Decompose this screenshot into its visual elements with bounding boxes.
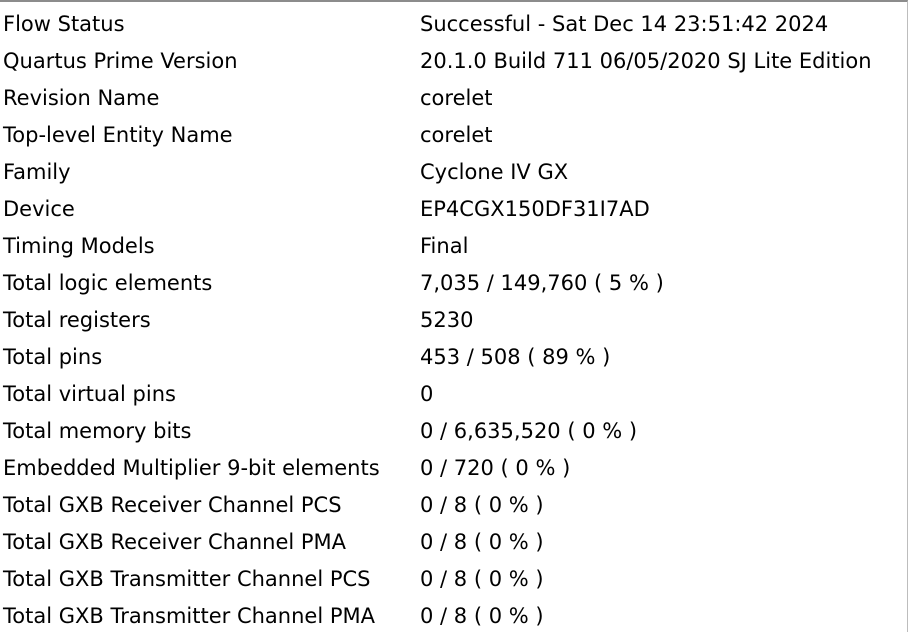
row-value: 453 / 508 ( 89 % ) bbox=[420, 345, 611, 369]
flow-summary-table: Flow Status Successful - Sat Dec 14 23:5… bbox=[0, 6, 908, 635]
row-value: 7,035 / 149,760 ( 5 % ) bbox=[420, 271, 664, 295]
table-row[interactable]: Family Cyclone IV GX bbox=[0, 154, 908, 191]
table-row[interactable]: Total GXB Transmitter Channel PCS 0 / 8 … bbox=[0, 561, 908, 598]
table-row[interactable]: Top-level Entity Name corelet bbox=[0, 117, 908, 154]
table-row[interactable]: Total virtual pins 0 bbox=[0, 376, 908, 413]
row-name: Top-level Entity Name bbox=[3, 123, 233, 147]
row-name: Embedded Multiplier 9-bit elements bbox=[3, 456, 380, 480]
row-value: corelet bbox=[420, 123, 493, 147]
row-name: Total virtual pins bbox=[3, 382, 176, 406]
row-name: Total GXB Receiver Channel PMA bbox=[3, 530, 347, 554]
row-name: Total GXB Transmitter Channel PCS bbox=[3, 567, 371, 591]
row-name: Total GXB Receiver Channel PCS bbox=[3, 493, 342, 517]
flow-summary-panel: Flow Status Successful - Sat Dec 14 23:5… bbox=[0, 0, 908, 632]
table-row[interactable]: Device EP4CGX150DF31I7AD bbox=[0, 191, 908, 228]
row-name: Quartus Prime Version bbox=[3, 49, 238, 73]
table-row[interactable]: Total GXB Receiver Channel PMA 0 / 8 ( 0… bbox=[0, 524, 908, 561]
row-value: Successful - Sat Dec 14 23:51:42 2024 bbox=[420, 12, 829, 36]
row-name: Total memory bits bbox=[3, 419, 192, 443]
row-value: 0 / 8 ( 0 % ) bbox=[420, 604, 544, 628]
flow-summary-table-body: Flow Status Successful - Sat Dec 14 23:5… bbox=[0, 6, 908, 635]
row-name: Family bbox=[3, 160, 71, 184]
table-row[interactable]: Total GXB Receiver Channel PCS 0 / 8 ( 0… bbox=[0, 487, 908, 524]
row-value: 0 bbox=[420, 382, 434, 406]
row-value: 0 / 6,635,520 ( 0 % ) bbox=[420, 419, 638, 443]
row-value: 0 / 720 ( 0 % ) bbox=[420, 456, 571, 480]
table-row[interactable]: Quartus Prime Version 20.1.0 Build 711 0… bbox=[0, 43, 908, 80]
row-value: 20.1.0 Build 711 06/05/2020 SJ Lite Edit… bbox=[420, 49, 872, 73]
table-row[interactable]: Total registers 5230 bbox=[0, 302, 908, 339]
table-row[interactable]: Timing Models Final bbox=[0, 228, 908, 265]
row-name: Flow Status bbox=[3, 12, 125, 36]
table-row[interactable]: Total memory bits 0 / 6,635,520 ( 0 % ) bbox=[0, 413, 908, 450]
row-name: Timing Models bbox=[3, 234, 155, 258]
row-value: 0 / 8 ( 0 % ) bbox=[420, 493, 544, 517]
row-value: Cyclone IV GX bbox=[420, 160, 569, 184]
row-value: EP4CGX150DF31I7AD bbox=[420, 197, 650, 221]
row-name: Total pins bbox=[3, 345, 103, 369]
row-name: Revision Name bbox=[3, 86, 160, 110]
row-name: Device bbox=[3, 197, 75, 221]
table-row[interactable]: Total pins 453 / 508 ( 89 % ) bbox=[0, 339, 908, 376]
table-row[interactable]: Embedded Multiplier 9-bit elements 0 / 7… bbox=[0, 450, 908, 487]
row-value: 5230 bbox=[420, 308, 474, 332]
table-row[interactable]: Total logic elements 7,035 / 149,760 ( 5… bbox=[0, 265, 908, 302]
table-row[interactable]: Total GXB Transmitter Channel PMA 0 / 8 … bbox=[0, 598, 908, 635]
row-value: 0 / 8 ( 0 % ) bbox=[420, 567, 544, 591]
table-row[interactable]: Flow Status Successful - Sat Dec 14 23:5… bbox=[0, 6, 908, 43]
row-value: Final bbox=[420, 234, 469, 258]
row-value: corelet bbox=[420, 86, 493, 110]
row-value: 0 / 8 ( 0 % ) bbox=[420, 530, 544, 554]
row-name: Total logic elements bbox=[3, 271, 213, 295]
row-name: Total registers bbox=[3, 308, 151, 332]
table-row[interactable]: Revision Name corelet bbox=[0, 80, 908, 117]
row-name: Total GXB Transmitter Channel PMA bbox=[3, 604, 375, 628]
